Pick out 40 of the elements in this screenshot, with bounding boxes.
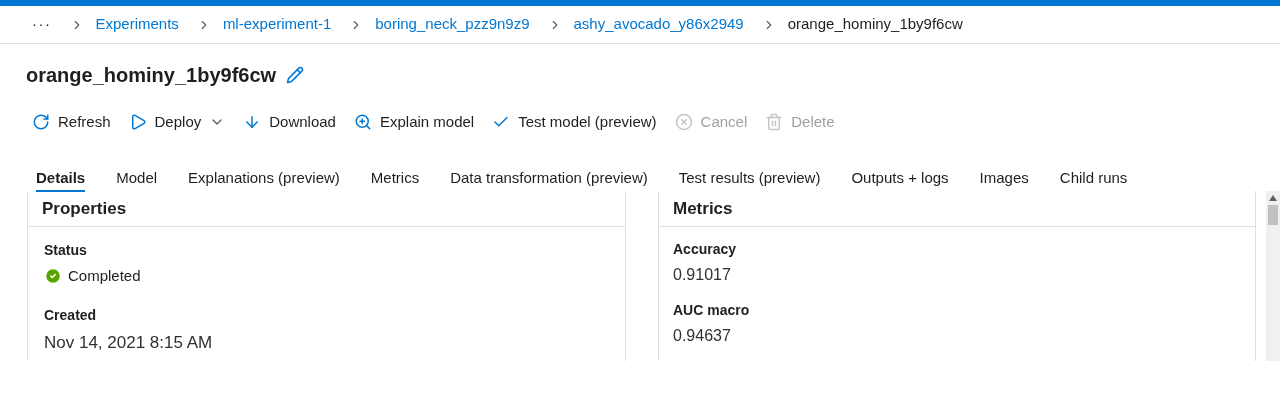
check-circle-icon — [44, 267, 62, 286]
metric-label: Accuracy — [673, 240, 738, 259]
breadcrumb-link[interactable]: ashy_avocado_y86x2949 — [573, 13, 744, 36]
tab[interactable]: Metrics — [370, 166, 420, 192]
card-title: Properties — [42, 197, 127, 220]
toolbar-button[interactable]: Download — [243, 110, 336, 134]
metric-label: AUC macro — [673, 301, 751, 320]
tab[interactable]: Images — [979, 166, 1029, 192]
breadcrumb-link[interactable]: ml-experiment-1 — [222, 13, 332, 36]
tab[interactable]: Test results (preview) — [678, 166, 821, 192]
trash-icon — [765, 113, 784, 131]
zoom-in-icon — [353, 113, 372, 131]
tab[interactable]: Data transformation (preview) — [450, 166, 648, 192]
tab[interactable]: Child runs — [1059, 166, 1128, 192]
page-title: orange_hominy_1by9f6cw — [26, 63, 277, 88]
field-label: Status — [44, 241, 88, 260]
breadcrumb-link[interactable]: Experiments — [95, 13, 179, 36]
breadcrumb-current[interactable]: orange_hominy_1by9f6cw — [787, 13, 963, 36]
metric-value: 0.91017 — [673, 265, 732, 285]
metric-value: 0.94637 — [673, 326, 732, 346]
tab[interactable]: Model — [116, 166, 158, 192]
field-value: Nov 14, 2021 8:15 AM — [44, 331, 214, 354]
toolbar-button[interactable]: Test model (preview) — [492, 110, 657, 134]
scroll-up-icon[interactable] — [1269, 195, 1277, 201]
overflow-button[interactable]: ··· — [32, 13, 52, 36]
field-label: Created — [44, 305, 98, 325]
refresh-icon — [32, 113, 50, 131]
status-text: Completed — [68, 266, 141, 286]
toolbar-button[interactable]: Explain model — [353, 110, 475, 134]
card-title: Metrics — [673, 197, 733, 220]
scrollbar[interactable] — [1266, 191, 1280, 361]
tab[interactable]: Outputs + logs — [851, 166, 949, 192]
scroll-thumb[interactable] — [1268, 205, 1278, 225]
tab[interactable]: Details — [36, 166, 86, 192]
tab[interactable]: Explanations (preview) — [188, 166, 340, 192]
cancel-icon — [674, 113, 693, 131]
toolbar-button[interactable]: Deploy — [128, 110, 226, 134]
breadcrumb-link[interactable]: boring_neck_pzz9n9z9 — [375, 13, 530, 36]
edit-icon[interactable] — [286, 66, 305, 84]
toolbar-button[interactable]: Refresh — [32, 110, 111, 134]
